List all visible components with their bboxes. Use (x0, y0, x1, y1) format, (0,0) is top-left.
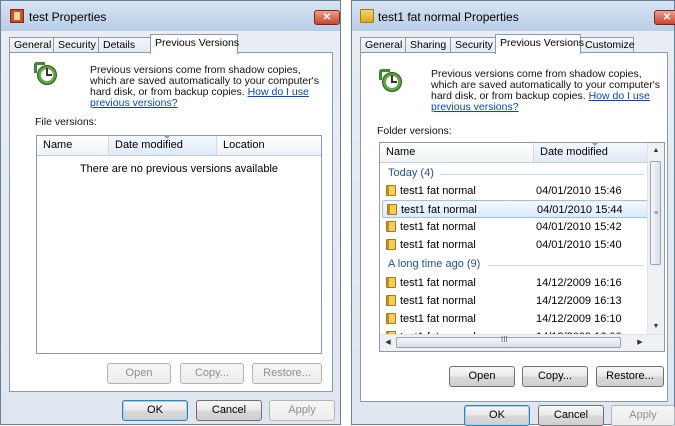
item-date: 14/12/2009 16:16 (536, 277, 622, 289)
open-button[interactable]: Open (107, 363, 171, 384)
item-date: 14/12/2009 16:10 (536, 313, 622, 325)
group-divider (488, 265, 644, 266)
previous-versions-clock-icon (379, 69, 405, 95)
list-item[interactable]: test1 fat normal 04/01/2010 15:42 (382, 218, 658, 236)
folder-icon (360, 9, 374, 23)
sort-indicator-icon (591, 143, 599, 146)
tab-security[interactable]: Security (450, 37, 496, 53)
tab-customize[interactable]: Customize (580, 37, 635, 53)
cancel-button[interactable]: Cancel (538, 405, 604, 426)
description: Previous versions come from shadow copie… (90, 65, 320, 109)
item-name: test1 fat normal (401, 204, 477, 216)
item-date: 04/01/2010 15:40 (536, 239, 622, 251)
list-item[interactable]: test1 fat normal 04/01/2010 15:40 (382, 236, 658, 254)
item-date: 14/12/2009 16:13 (536, 295, 622, 307)
test-properties-window: test Properties ✕ General Security Detai… (0, 0, 341, 425)
list-header: Name Date modified (380, 143, 664, 163)
grip-icon: III (501, 335, 508, 344)
restore-button[interactable]: Restore... (252, 363, 322, 384)
folder-icon (386, 277, 396, 288)
folder-versions-label: Folder versions: (377, 125, 452, 137)
item-date: 04/01/2010 15:46 (536, 185, 622, 197)
column-date-modified[interactable]: Date modified (109, 136, 217, 155)
horizontal-scrollbar[interactable]: ◀ III ▶ (380, 334, 664, 351)
list-header: Name Date modified Location (37, 136, 321, 156)
tab-previous-versions[interactable]: Previous Versions (495, 34, 584, 54)
close-button[interactable]: ✕ (654, 10, 675, 25)
vertical-scrollbar[interactable]: ▲ ≡ ▼ (647, 143, 664, 335)
tab-general[interactable]: General (360, 37, 406, 53)
window-title: test Properties (29, 10, 107, 24)
title-bar[interactable]: test1 fat normal Properties ✕ (352, 1, 675, 31)
tab-security[interactable]: Security (53, 37, 99, 53)
folder-versions-list[interactable]: Name Date modified Today (4) test1 fat n… (379, 142, 665, 352)
list-item[interactable]: test1 fat normal 14/12/2009 16:13 (382, 292, 658, 310)
group-divider (440, 174, 644, 175)
folder-icon (386, 295, 396, 306)
column-name[interactable]: Name (37, 136, 109, 155)
file-versions-label: File versions: (35, 116, 97, 128)
tab-previous-versions[interactable]: Previous Versions (150, 34, 239, 54)
tab-details[interactable]: Details (98, 37, 151, 53)
folder-icon (386, 221, 396, 232)
grip-icon: ≡ (654, 210, 659, 217)
folder-icon (386, 313, 396, 324)
item-name: test1 fat normal (400, 295, 476, 307)
previous-versions-clock-icon (34, 62, 60, 88)
apply-button[interactable]: Apply (269, 400, 335, 421)
group-header-today[interactable]: Today (4) (388, 167, 434, 179)
scroll-down-arrow-icon[interactable]: ▼ (648, 319, 664, 335)
test1-fat-normal-properties-window: test1 fat normal Properties ✕ General Sh… (351, 0, 675, 426)
item-name: test1 fat normal (400, 239, 476, 251)
scroll-left-arrow-icon[interactable]: ◀ (380, 335, 396, 351)
folder-icon (387, 204, 397, 215)
description: Previous versions come from shadow copie… (431, 69, 663, 113)
item-name: test1 fat normal (400, 185, 476, 197)
previous-versions-panel: Previous versions come from shadow copie… (360, 52, 668, 402)
sort-indicator-icon (162, 136, 171, 139)
column-date-modified-label: Date modified (540, 146, 608, 158)
scroll-right-arrow-icon[interactable]: ▶ (632, 335, 648, 351)
list-item[interactable]: test1 fat normal 04/01/2010 15:46 (382, 182, 658, 200)
group-header-long-time-ago[interactable]: A long time ago (9) (388, 258, 480, 270)
list-item-selected[interactable]: test1 fat normal 04/01/2010 15:44 (382, 200, 658, 218)
item-name: test1 fat normal (400, 221, 476, 233)
item-date: 04/01/2010 15:42 (536, 221, 622, 233)
cancel-button[interactable]: Cancel (196, 400, 262, 421)
restore-button[interactable]: Restore... (596, 366, 664, 387)
copy-button[interactable]: Copy... (180, 363, 244, 384)
ok-button[interactable]: OK (464, 405, 530, 426)
vertical-scroll-thumb[interactable]: ≡ (650, 161, 661, 265)
folder-icon (386, 185, 396, 196)
file-icon (10, 9, 24, 23)
list-item[interactable]: test1 fat normal 14/12/2009 16:16 (382, 274, 658, 292)
empty-message: There are no previous versions available (79, 163, 279, 175)
tab-sharing[interactable]: Sharing (405, 37, 451, 53)
column-date-modified[interactable]: Date modified (534, 143, 648, 162)
file-versions-list[interactable]: Name Date modified Location There are no… (36, 135, 322, 354)
ok-button[interactable]: OK (122, 400, 188, 421)
scroll-up-arrow-icon[interactable]: ▲ (648, 143, 664, 159)
open-button[interactable]: Open (449, 366, 515, 387)
list-item[interactable]: test1 fat normal 14/12/2009 16:10 (382, 310, 658, 328)
item-name: test1 fat normal (400, 277, 476, 289)
copy-button[interactable]: Copy... (522, 366, 588, 387)
tab-general[interactable]: General (9, 37, 54, 53)
column-date-modified-label: Date modified (115, 139, 183, 151)
apply-button[interactable]: Apply (611, 405, 675, 426)
horizontal-scroll-thumb[interactable]: III (396, 335, 621, 348)
window-title: test1 fat normal Properties (378, 10, 519, 24)
close-button[interactable]: ✕ (314, 10, 340, 25)
folder-icon (386, 239, 396, 250)
previous-versions-panel: Previous versions come from shadow copie… (9, 52, 333, 392)
column-name[interactable]: Name (380, 143, 534, 162)
title-bar[interactable]: test Properties ✕ (1, 1, 340, 31)
column-location[interactable]: Location (217, 136, 321, 155)
item-name: test1 fat normal (400, 313, 476, 325)
item-date: 04/01/2010 15:44 (537, 204, 623, 216)
